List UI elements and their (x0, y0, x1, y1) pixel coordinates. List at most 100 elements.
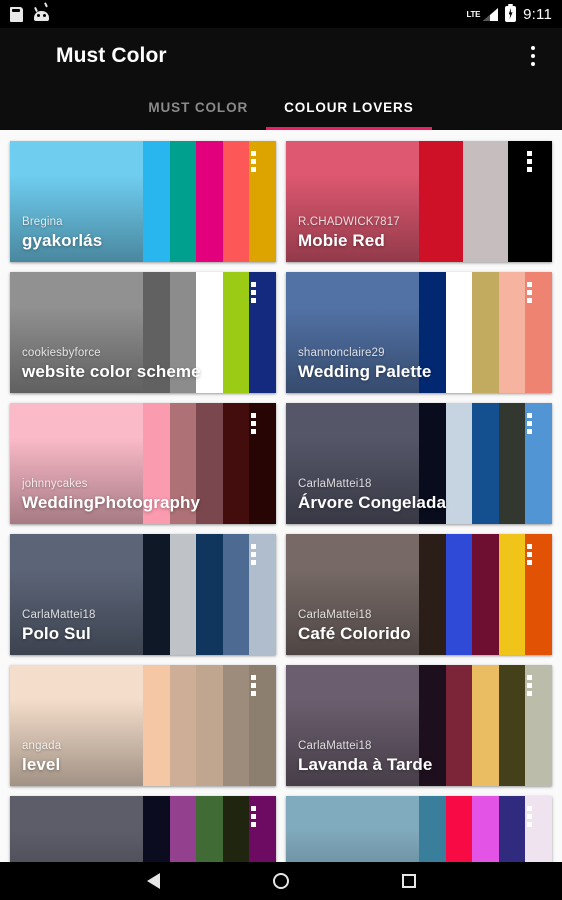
palette-labels: CarlaMattei18 Polo Sul (22, 609, 268, 644)
palette-card[interactable]: CarlaMattei18 Árvore Congelada (286, 403, 552, 524)
palette-card-wrapper: CarlaMattei18 Polo Sul (5, 529, 281, 660)
palette-author: CarlaMattei18 (298, 609, 372, 621)
palette-card[interactable]: CarlaMattei18 Lavanda à Tarde (286, 665, 552, 786)
palette-card-wrapper: CarlaMattei18 Café Colorido (281, 529, 557, 660)
palette-overflow-icon[interactable] (527, 544, 532, 565)
palette-card[interactable]: CarlaMattei18 Polo Sul (10, 534, 276, 655)
palette-overflow-icon[interactable] (251, 413, 256, 434)
palette-labels: johnnycakes WeddingPhotography (22, 478, 268, 513)
palette-author: shannonclaire29 (298, 347, 385, 359)
palette-overflow-icon[interactable] (527, 675, 532, 696)
palette-swatch (472, 796, 499, 862)
palette-overflow-icon[interactable] (251, 675, 256, 696)
palette-author: angada (22, 740, 62, 752)
palette-card[interactable]: shannonclaire29 Wedding Palette (286, 272, 552, 393)
palette-swatch (498, 796, 526, 862)
palette-labels: shannonclaire29 Wedding Palette (298, 347, 544, 382)
status-bar-clock: 9:11 (523, 5, 552, 23)
app-title: Must Color (56, 44, 167, 67)
palette-title: website color scheme (22, 362, 201, 381)
palette-labels: cookiesbyforce website color scheme (22, 347, 268, 382)
palette-title: Café Colorido (298, 624, 411, 643)
palette-overflow-icon[interactable] (251, 806, 256, 827)
palette-title: Polo Sul (22, 624, 91, 643)
palette-card-wrapper: CarlaMattei18 Árvore Congelada (281, 398, 557, 529)
battery-charging-icon (505, 4, 517, 22)
app-bar: Must Color (0, 28, 562, 84)
palette-card-wrapper: Bregina gyakorlás (5, 136, 281, 267)
palette-card[interactable]: cookiesbyforce website color scheme (10, 272, 276, 393)
label-scrim (286, 829, 419, 862)
palette-overflow-icon[interactable] (251, 151, 256, 172)
palette-card-wrapper: shannonclaire29 Wedding Palette (281, 267, 557, 398)
palette-card[interactable]: Bregina gyakorlás (10, 141, 276, 262)
recents-square-icon[interactable] (401, 874, 416, 888)
palette-author: johnnycakes (22, 478, 88, 490)
palette-title: Lavanda à Tarde (298, 755, 433, 774)
palette-title: gyakorlás (22, 231, 103, 250)
palette-title: level (22, 755, 61, 774)
home-circle-icon[interactable] (272, 873, 289, 889)
palette-overflow-icon[interactable] (527, 151, 532, 172)
tab-colour-lovers[interactable]: COLOUR LOVERS (266, 84, 432, 130)
palette-card-wrapper (281, 791, 557, 862)
palette-overflow-icon[interactable] (251, 282, 256, 303)
sd-card-icon (10, 6, 23, 22)
palette-swatch (445, 796, 473, 862)
palette-card[interactable]: CarlaMattei18 Café Colorido (286, 534, 552, 655)
palette-author: cookiesbyforce (22, 347, 101, 359)
palette-card[interactable]: R.CHADWICK7817 Mobie Red (286, 141, 552, 262)
palette-card-wrapper: angada level (5, 660, 281, 791)
tab-bar: MUST COLOR COLOUR LOVERS (0, 84, 562, 130)
palette-card-wrapper: R.CHADWICK7817 Mobie Red (281, 136, 557, 267)
palette-labels: CarlaMattei18 Árvore Congelada (298, 478, 544, 513)
palette-card-wrapper: cookiesbyforce website color scheme (5, 267, 281, 398)
palette-card[interactable]: angada level (10, 665, 276, 786)
palette-grid: Bregina gyakorlás R.CHADWICK7817 Mobie Red c… (5, 136, 557, 862)
must-color-logo-icon (16, 43, 42, 69)
palette-labels: CarlaMattei18 Café Colorido (298, 609, 544, 644)
palette-author: Bregina (22, 216, 63, 228)
palette-title: Wedding Palette (298, 362, 432, 381)
palette-card-wrapper: CarlaMattei18 Lavanda à Tarde (281, 660, 557, 791)
palette-author: CarlaMattei18 (22, 609, 96, 621)
palette-author: R.CHADWICK7817 (298, 216, 400, 228)
phone-screen: LTE 9:11 Must Color MUST COLOR COLOUR LO… (0, 0, 562, 900)
palette-swatch (419, 796, 446, 862)
label-scrim (10, 829, 143, 862)
palette-card[interactable]: johnnycakes WeddingPhotography (10, 403, 276, 524)
palette-overflow-icon[interactable] (527, 806, 532, 827)
system-navigation-bar (0, 862, 562, 900)
back-triangle-icon[interactable] (146, 873, 160, 889)
tab-label: COLOUR LOVERS (284, 99, 414, 115)
palette-author: CarlaMattei18 (298, 478, 372, 490)
palette-title: Árvore Congelada (298, 493, 447, 512)
palette-overflow-icon[interactable] (527, 282, 532, 303)
palette-card[interactable] (286, 796, 552, 862)
palette-labels: Bregina gyakorlás (22, 216, 268, 251)
network-type-label: LTE (466, 9, 481, 19)
palette-labels: R.CHADWICK7817 Mobie Red (298, 216, 544, 251)
palette-scroll-area[interactable]: Bregina gyakorlás R.CHADWICK7817 Mobie Red c… (0, 130, 562, 862)
tab-must-color[interactable]: MUST COLOR (130, 84, 266, 130)
palette-title: Mobie Red (298, 231, 385, 250)
palette-overflow-icon[interactable] (527, 413, 532, 434)
palette-card-wrapper: johnnycakes WeddingPhotography (5, 398, 281, 529)
palette-swatch (196, 796, 223, 862)
signal-bars-icon (483, 7, 499, 21)
status-bar: LTE 9:11 (0, 0, 562, 28)
palette-author: CarlaMattei18 (298, 740, 372, 752)
overflow-menu-icon[interactable] (520, 39, 546, 73)
tab-label: MUST COLOR (148, 99, 249, 115)
palette-overflow-icon[interactable] (251, 544, 256, 565)
palette-labels: CarlaMattei18 Lavanda à Tarde (298, 740, 544, 775)
palette-title: WeddingPhotography (22, 493, 201, 512)
palette-swatch (222, 796, 250, 862)
palette-labels: angada level (22, 740, 268, 775)
palette-card[interactable] (10, 796, 276, 862)
palette-swatch (143, 796, 170, 862)
palette-swatch (169, 796, 197, 862)
android-robot-icon (34, 6, 49, 21)
palette-card-wrapper (5, 791, 281, 862)
status-bar-left-icons (10, 6, 49, 22)
